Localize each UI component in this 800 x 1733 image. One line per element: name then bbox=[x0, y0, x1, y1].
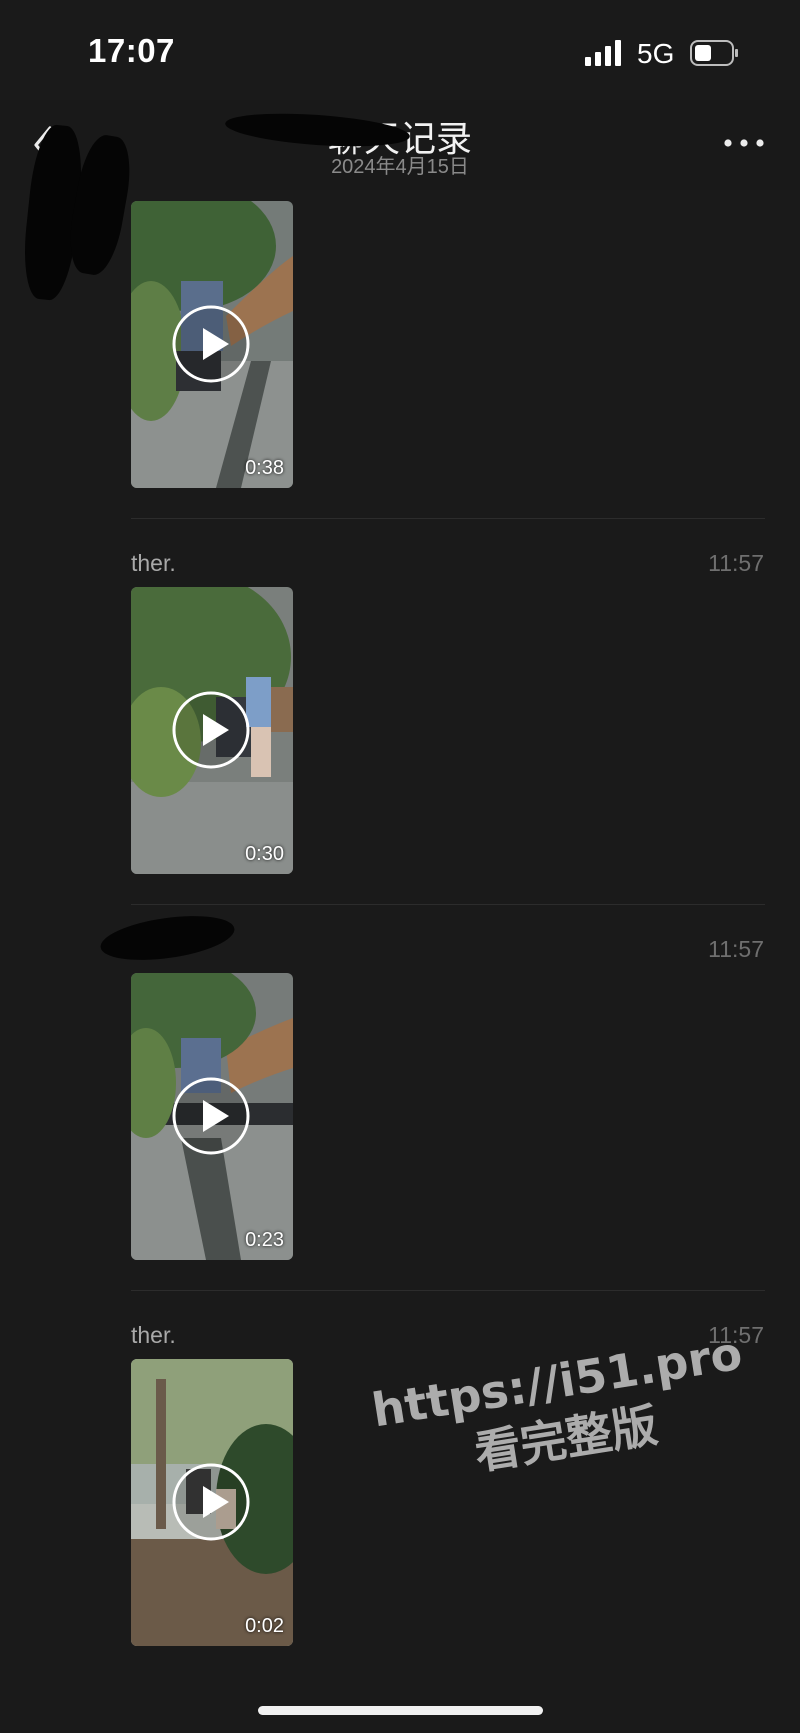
message-time: 11:57 bbox=[708, 550, 764, 576]
video-duration: 0:30 bbox=[245, 843, 284, 865]
play-icon[interactable] bbox=[171, 1462, 251, 1542]
watermark: https://i51.pro 看完整版 bbox=[350, 1321, 773, 1500]
redaction-mark bbox=[97, 908, 238, 968]
divider bbox=[131, 518, 765, 519]
divider bbox=[131, 904, 765, 905]
more-icon[interactable] bbox=[720, 128, 768, 158]
home-indicator[interactable] bbox=[258, 1706, 543, 1715]
video-duration: 0:23 bbox=[245, 1229, 284, 1251]
message-time: 11:57 bbox=[708, 936, 764, 962]
video-duration: 0:38 bbox=[245, 457, 284, 479]
sender-name: ther. bbox=[131, 550, 176, 576]
play-icon[interactable] bbox=[171, 1076, 251, 1156]
signal-icon bbox=[585, 40, 621, 66]
video-thumbnail[interactable]: 0:02 bbox=[131, 1359, 293, 1646]
play-icon[interactable] bbox=[171, 304, 251, 384]
sender-name: ther. bbox=[131, 1322, 176, 1348]
play-icon[interactable] bbox=[171, 690, 251, 770]
status-bar: 17:07 5G bbox=[0, 0, 800, 100]
network-type: 5G bbox=[637, 38, 675, 69]
video-thumbnail[interactable]: 0:38 bbox=[131, 201, 293, 488]
status-time: 17:07 bbox=[88, 32, 175, 69]
video-duration: 0:02 bbox=[245, 1615, 284, 1637]
battery-icon bbox=[690, 40, 738, 66]
video-thumbnail[interactable]: 0:30 bbox=[131, 587, 293, 874]
divider bbox=[131, 1290, 765, 1291]
video-thumbnail[interactable]: 0:23 bbox=[131, 973, 293, 1260]
